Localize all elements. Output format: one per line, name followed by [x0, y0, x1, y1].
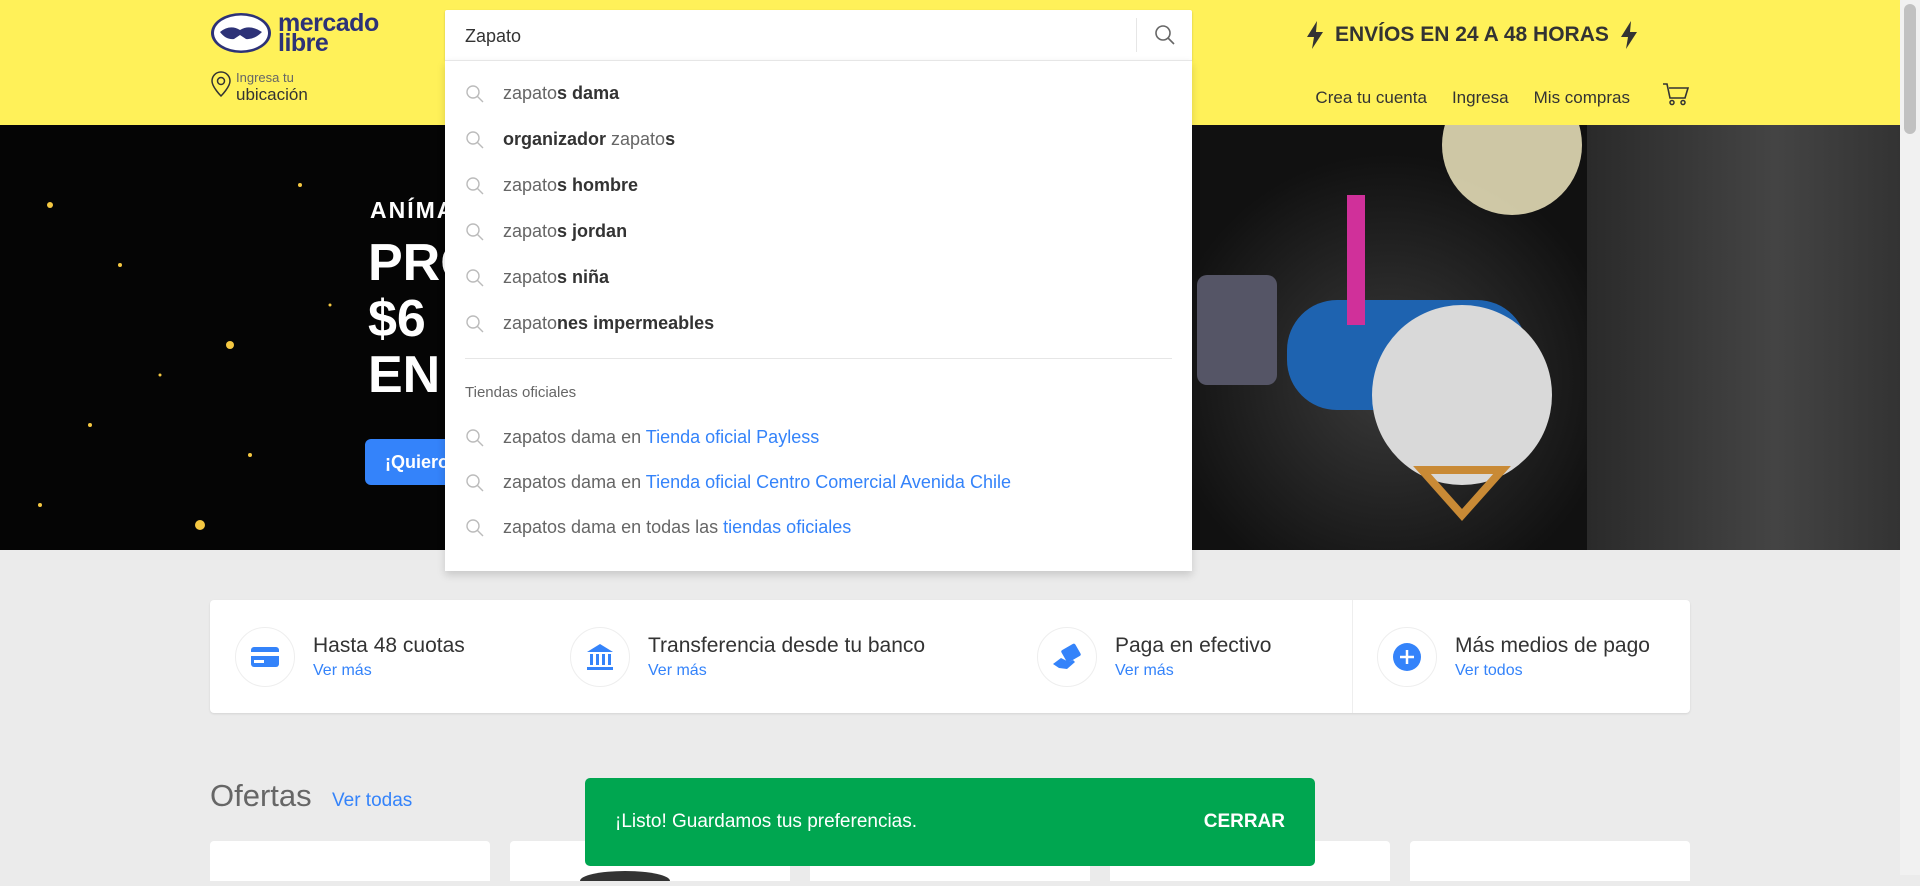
payment-title: Hasta 48 cuotas [313, 633, 465, 657]
search-icon [466, 473, 484, 491]
lightning-icon [1620, 21, 1637, 49]
bank-icon [570, 626, 630, 687]
payment-link[interactable]: Ver más [648, 662, 925, 680]
shipping-promo[interactable]: ENVÍOS EN 24 A 48 HORAS [1305, 20, 1639, 50]
cash-hand-icon [1037, 626, 1097, 687]
payment-link[interactable]: Ver más [313, 662, 465, 680]
payment-link[interactable]: Ver todos [1455, 662, 1650, 680]
search-icon [466, 176, 484, 194]
payment-title: Más medios de pago [1455, 633, 1650, 657]
payment-bank-transfer[interactable]: Transferencia desde tu banco Ver más [570, 600, 925, 713]
payment-title: Transferencia desde tu banco [648, 633, 926, 657]
suggestion-text: zapatos jordan [503, 221, 628, 241]
location-label: ubicación [236, 85, 308, 104]
cart-icon [1663, 83, 1690, 106]
search-input[interactable] [463, 10, 1147, 62]
suggestion-item[interactable]: zapatos niña [465, 267, 609, 288]
offer-card[interactable] [1410, 841, 1690, 881]
suggestions-divider [465, 358, 1172, 359]
payment-installments[interactable]: Hasta 48 cuotas Ver más [235, 600, 465, 713]
store-suggestion-text: zapatos dama en Tienda oficial Centro Co… [503, 472, 1011, 492]
search-button[interactable] [1136, 18, 1192, 52]
search-icon [466, 268, 484, 286]
store-suggestion-text: zapatos dama en todas las tiendas oficia… [503, 517, 852, 537]
toast-message: ¡Listo! Guardamos tus preferencias. [615, 811, 918, 832]
search-icon [466, 84, 484, 102]
scrollbar-thumb[interactable] [1904, 4, 1916, 134]
payment-cash[interactable]: Paga en efectivo Ver más [1037, 600, 1271, 713]
suggestion-text: zapatos hombre [503, 175, 639, 195]
store-suggestion-item[interactable]: zapatos dama en Tienda oficial Payless [465, 427, 819, 448]
search-icon [466, 428, 484, 446]
lightning-icon [1307, 21, 1323, 49]
official-stores-label: Tiendas oficiales [465, 384, 577, 401]
suggestion-text: zapatos niña [503, 267, 610, 287]
suggestion-text: zapatones impermeables [503, 313, 715, 333]
product-collage-illustration [1197, 125, 1582, 522]
location-pin-icon [211, 71, 231, 98]
nav-create-account[interactable]: Crea tu cuenta [1315, 88, 1427, 108]
credit-card-icon [235, 626, 295, 687]
location-hint: Ingresa tu [236, 70, 294, 85]
suggestion-text: zapatos dama [503, 83, 620, 103]
location-selector[interactable]: Ingresa tu ubicación [210, 70, 308, 104]
handshake-icon [211, 13, 271, 53]
store-suggestion-text: zapatos dama en Tienda oficial Payless [503, 427, 820, 447]
search-icon [1154, 25, 1175, 45]
store-suggestion-item[interactable]: zapatos dama en Tienda oficial Centro Co… [465, 472, 1011, 493]
search-icon [466, 518, 484, 536]
payment-more-methods[interactable]: Más medios de pago Ver todos [1377, 600, 1650, 713]
preferences-toast: ¡Listo! Guardamos tus preferencias. CERR… [585, 778, 1315, 866]
offers-title: Ofertas [210, 778, 312, 813]
cart-button[interactable] [1662, 82, 1690, 111]
search-icon [466, 222, 484, 240]
search-icon [466, 314, 484, 332]
payment-divider [1352, 600, 1353, 713]
suggestion-item[interactable]: organizador zapatos [465, 129, 675, 150]
nav-my-purchases[interactable]: Mis compras [1534, 88, 1630, 108]
payment-methods-strip: Hasta 48 cuotas Ver más Transferencia de… [210, 600, 1690, 713]
banner-product-image [1192, 125, 1587, 550]
store-suggestion-item[interactable]: zapatos dama en todas las tiendas oficia… [465, 517, 851, 538]
mercadolibre-logo[interactable]: mercado libre [210, 11, 379, 56]
nav-login[interactable]: Ingresa [1452, 88, 1509, 108]
suggestion-item[interactable]: zapatones impermeables [465, 313, 714, 334]
offers-see-all-link[interactable]: Ver todas [332, 790, 412, 812]
suggestion-text: organizador zapatos [503, 129, 676, 149]
search-suggestions: zapatos dama organizador zapatos zapatos… [445, 60, 1192, 571]
payment-title: Paga en efectivo [1115, 633, 1272, 657]
payment-link[interactable]: Ver más [1115, 662, 1271, 680]
user-nav: Crea tu cuenta Ingresa Mis compras [1315, 88, 1630, 108]
suggestion-item[interactable]: zapatos jordan [465, 221, 627, 242]
toast-close-button[interactable]: CERRAR [1204, 811, 1285, 833]
plus-icon [1377, 626, 1437, 687]
shipping-text: ENVÍOS EN 24 A 48 HORAS [1335, 23, 1609, 46]
suggestion-item[interactable]: zapatos hombre [465, 175, 638, 196]
banner-eyebrow: ANÍMA [370, 197, 456, 223]
search-bar [445, 10, 1192, 62]
search-icon [466, 130, 484, 148]
offer-card[interactable] [210, 841, 490, 881]
suggestion-item[interactable]: zapatos dama [465, 83, 619, 104]
page-scrollbar[interactable] [1900, 0, 1920, 875]
banner-background-right [1587, 125, 1900, 550]
